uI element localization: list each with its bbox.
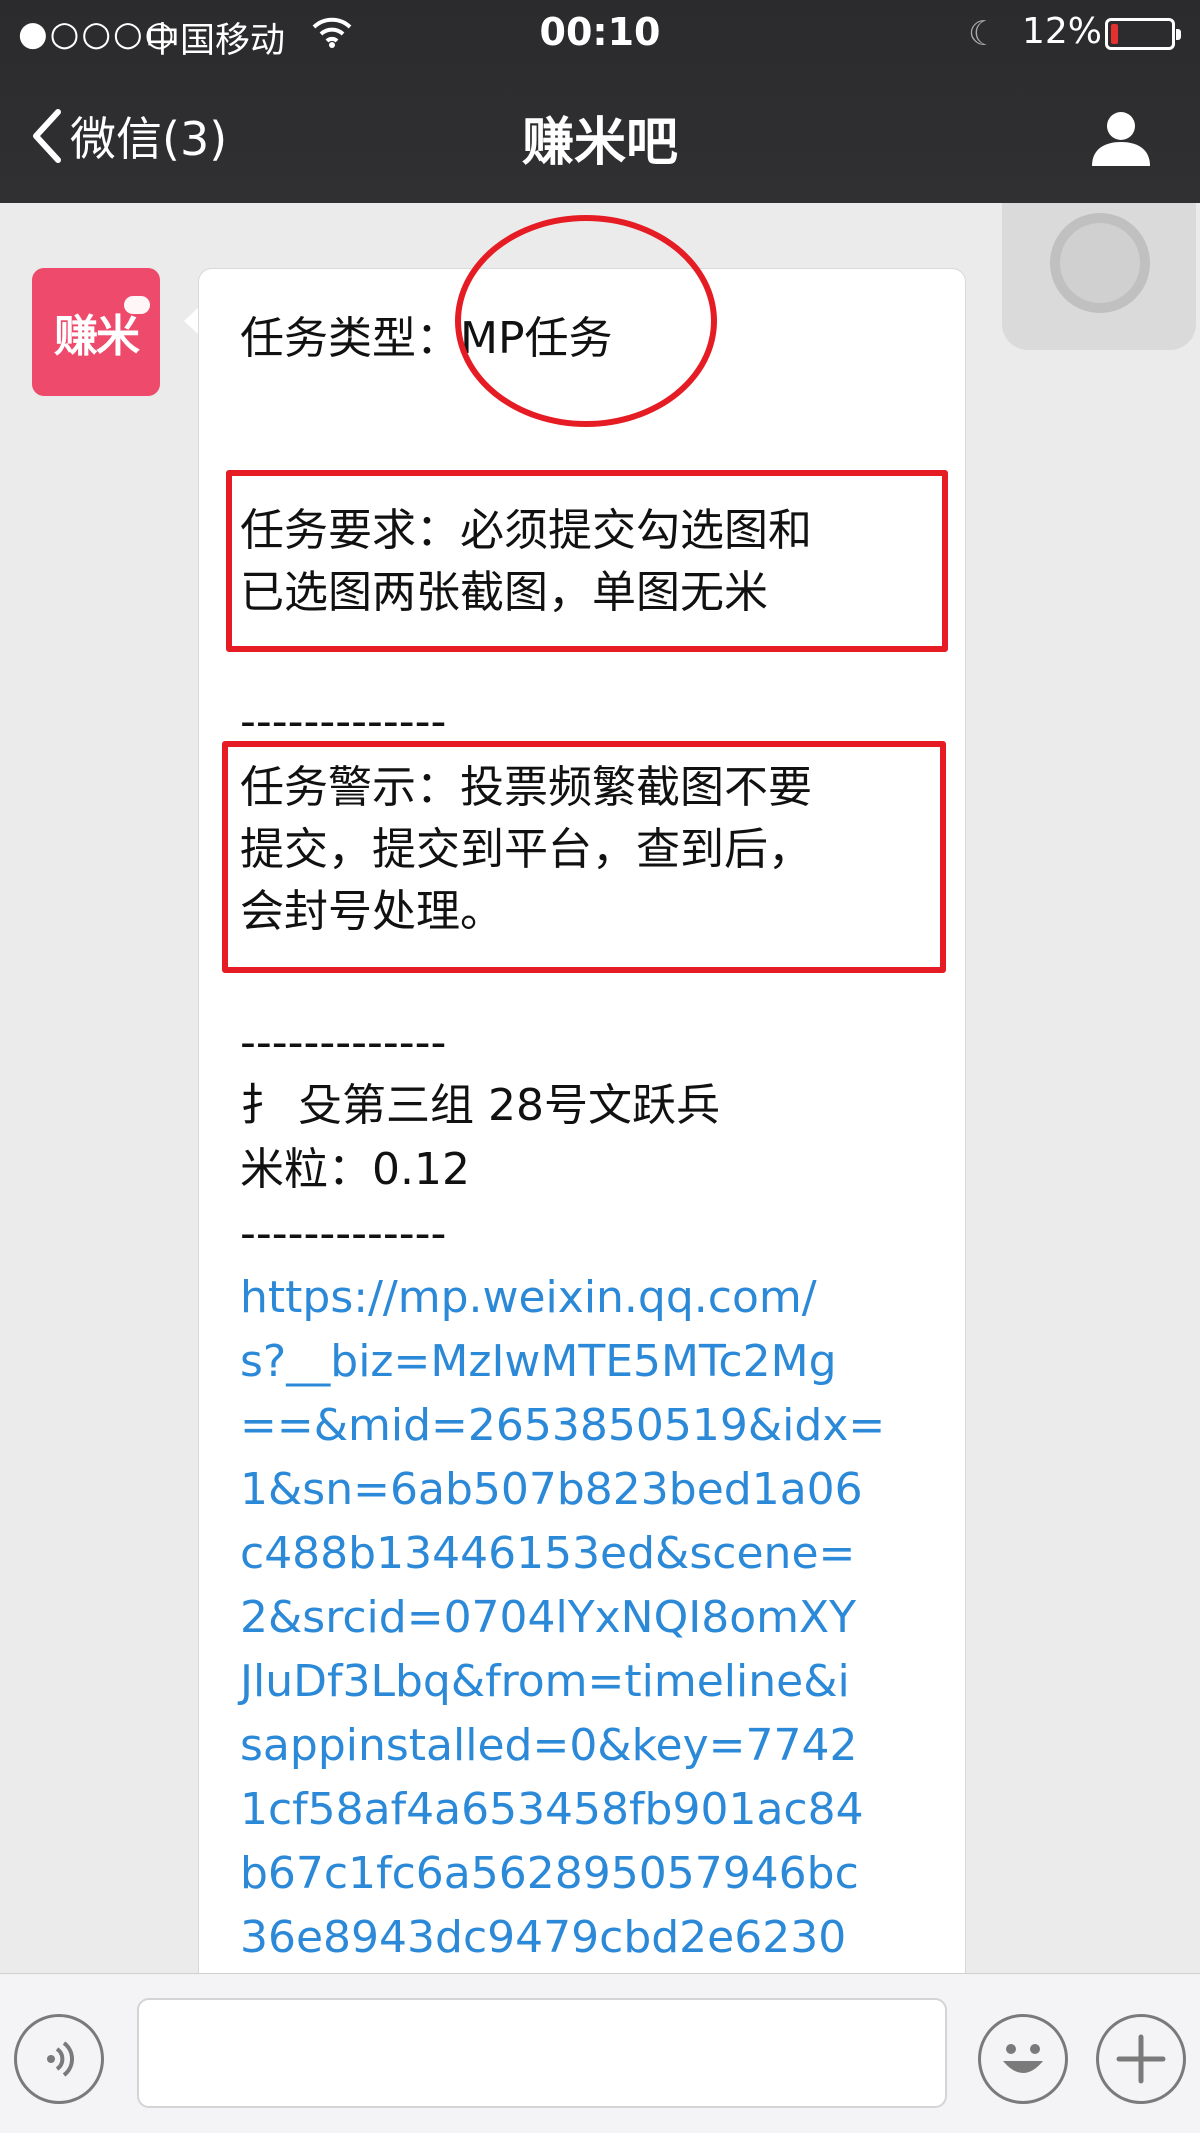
navigation-bar: 微信(3) 赚米吧 xyxy=(0,70,1200,203)
person-icon xyxy=(1092,112,1150,166)
bubble-tail xyxy=(184,307,199,335)
message-input[interactable] xyxy=(137,1998,947,2108)
message-link-line[interactable]: 36e8943dc9479cbd2e6230 xyxy=(240,1907,846,1969)
status-bar: ●○○○○ 中国移动 00:10 ☾ 12% xyxy=(0,0,1200,66)
status-time: 00:10 xyxy=(539,10,661,54)
top-bar: ●○○○○ 中国移动 00:10 ☾ 12% 微信(3) 赚米吧 xyxy=(0,0,1200,203)
voice-icon xyxy=(47,2041,74,2077)
floating-ring-icon xyxy=(1050,213,1150,313)
message-link-line[interactable]: https://mp.weixin.qq.com/ xyxy=(240,1267,817,1329)
emoji-icon xyxy=(1003,2044,1043,2073)
do-not-disturb-moon-icon: ☾ xyxy=(968,14,999,54)
message-separator: ------------- xyxy=(240,1017,447,1068)
annotation-circle xyxy=(455,215,717,427)
message-link-line[interactable]: 1cf58af4a653458fb901ac84 xyxy=(240,1779,864,1841)
profile-button[interactable] xyxy=(1088,108,1154,172)
annotation-box-requirement xyxy=(226,470,948,652)
annotation-box-warning xyxy=(222,741,946,973)
avatar[interactable]: 赚米 xyxy=(32,268,160,396)
battery-nub xyxy=(1176,29,1181,40)
message-link-line[interactable]: JluDf3Lbq&from=timeline&i xyxy=(240,1651,850,1713)
battery-level-fill xyxy=(1111,24,1118,44)
voice-button[interactable] xyxy=(14,2014,104,2104)
message-link-line[interactable]: b67c1fc6a562895057946bc xyxy=(240,1843,859,1905)
chat-title: 赚米吧 xyxy=(521,113,678,173)
message-link-line[interactable]: 1&sn=6ab507b823bed1a06 xyxy=(240,1459,863,1521)
battery-percent: 12% xyxy=(1022,11,1103,52)
message-line: 扌 殳第三组 28号文跃兵 xyxy=(240,1080,720,1131)
message-link-line[interactable]: c488b13446153ed&scene= xyxy=(240,1523,855,1585)
message-link-line[interactable]: sappinstalled=0&key=7742 xyxy=(240,1715,857,1777)
message-line: 米粒：0.12 xyxy=(240,1144,470,1195)
message-separator: ------------- xyxy=(240,1208,447,1259)
plus-icon xyxy=(1116,2034,1166,2084)
emoji-button[interactable] xyxy=(978,2014,1068,2104)
message-link-line[interactable]: s?__biz=MzIwMTE5MTc2Mg xyxy=(240,1331,837,1393)
floating-window-button[interactable] xyxy=(1002,203,1196,350)
message-link-line[interactable]: 2&srcid=0704lYxNQI8omXY xyxy=(240,1587,856,1649)
battery-icon xyxy=(1105,18,1181,50)
cloud-icon xyxy=(124,296,150,314)
more-button[interactable] xyxy=(1096,2014,1186,2104)
message-link-line[interactable]: ==&mid=2653850519&idx= xyxy=(240,1395,885,1457)
input-bar xyxy=(0,1973,1200,2133)
